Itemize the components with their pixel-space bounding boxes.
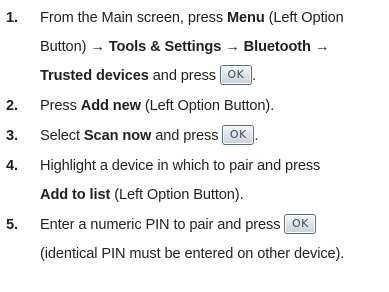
step-5-line-1: Enter a numeric PIN to pair and press OK [40,211,389,240]
menu-label: Menu [226,10,265,26]
step-1-line-1: From the Main screen, press Menu (Left O… [40,10,344,26]
step-number: 4. [6,158,18,174]
step-2-line-1: Press Add new (Left Option Button). [40,98,275,114]
ok-key-icon: OK [222,124,255,145]
step-3: 3. Select Scan now and press OK. [0,122,389,151]
step-number: 5. [6,217,18,233]
instruction-steps: 1. From the Main screen, press Menu (Lef… [0,4,389,270]
ok-key-icon: OK [219,64,252,85]
arrow-right-icon: → [90,39,105,55]
arrow-right-icon: → [314,39,330,55]
add-new-label: Add new [80,98,141,114]
step-1: 1. From the Main screen, press Menu (Lef… [0,4,389,91]
step-2: 2. Press Add new (Left Option Button). [0,92,389,121]
ok-key-icon: OK [284,213,317,234]
step-4: 4. Highlight a device in which to pair a… [0,152,389,210]
step-4-line-2: Add to list (Left Option Button). [40,187,244,203]
step-5-line-2: (identical PIN must be entered on other … [40,246,345,262]
step-number: 1. [6,10,18,26]
step-4-line-1: Highlight a device in which to pair and … [40,158,321,174]
step-5: 5. Enter a numeric PIN to pair and press… [0,211,389,269]
add-to-list-label: Add to list [40,187,111,203]
arrow-right-icon: → [225,39,240,55]
tools-settings-label: Tools & Settings [108,39,222,55]
step-number: 2. [6,98,18,114]
step-1-line-3: Trusted devices and press OK. [40,62,389,91]
step-3-line-1: Select Scan now and press OK. [40,122,389,151]
bluetooth-label: Bluetooth [243,39,311,55]
step-1-line-2: Button) → Tools & Settings → Bluetooth → [40,39,330,55]
trusted-devices-label: Trusted devices [40,68,149,84]
scan-now-label: Scan now [83,128,152,144]
step-number: 3. [6,128,18,144]
